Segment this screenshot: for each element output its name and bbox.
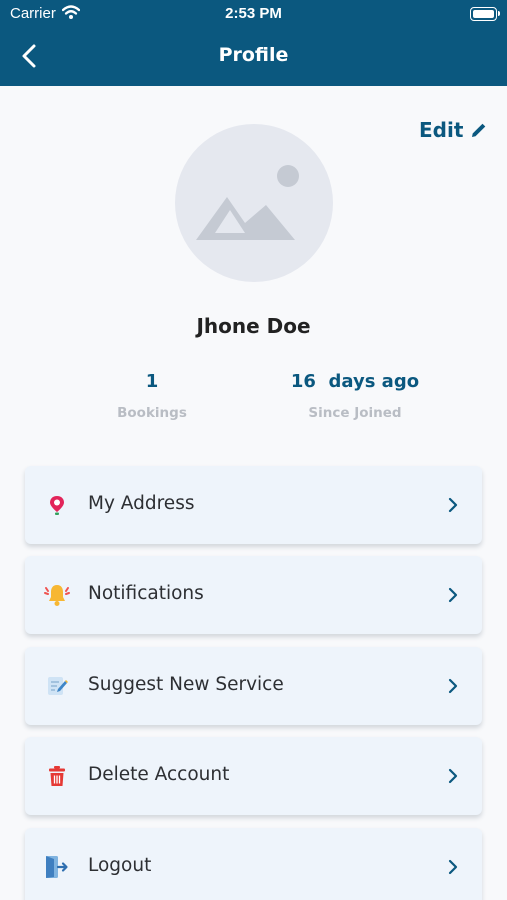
edit-label: Edit xyxy=(419,118,464,142)
chevron-right-icon xyxy=(448,497,458,513)
profile-name: Jhone Doe xyxy=(196,314,311,338)
menu-label-suggest-new-service: Suggest New Service xyxy=(88,674,284,695)
note-edit-icon xyxy=(42,671,72,701)
trash-icon xyxy=(42,761,72,791)
bookings-count: 1 xyxy=(145,371,159,392)
menu-label-delete-account: Delete Account xyxy=(88,764,230,785)
menu-item-suggest-new-service[interactable]: Suggest New Service xyxy=(25,647,482,725)
menu-item-my-address[interactable]: My Address xyxy=(25,466,482,544)
menu-label-notifications: Notifications xyxy=(88,583,204,604)
chevron-right-icon xyxy=(448,587,458,603)
logout-icon xyxy=(42,852,72,882)
map-pin-icon xyxy=(42,490,72,520)
edit-profile-button[interactable]: Edit xyxy=(419,118,488,142)
bell-icon xyxy=(42,580,72,610)
joined-label: Since Joined xyxy=(308,405,402,421)
avatar[interactable] xyxy=(175,124,333,282)
menu-label-my-address: My Address xyxy=(88,493,195,514)
status-bar: Carrier 2:53 PM xyxy=(0,0,507,28)
since-joined-stat: 16 days ago Since Joined xyxy=(255,371,455,421)
menu-item-logout[interactable]: Logout xyxy=(25,828,482,900)
menu-label-logout: Logout xyxy=(88,855,152,876)
bookings-stat: 1 Bookings xyxy=(52,371,252,421)
battery-icon xyxy=(470,7,500,21)
menu-item-notifications[interactable]: Notifications xyxy=(25,556,482,634)
pencil-icon xyxy=(472,123,486,137)
status-time: 2:53 PM xyxy=(225,5,282,22)
image-placeholder-icon xyxy=(196,165,299,240)
page-title: Profile xyxy=(218,44,289,66)
chevron-right-icon xyxy=(448,768,458,784)
chevron-right-icon xyxy=(448,859,458,875)
top-navigation-bar: Carrier 2:53 PM Profile xyxy=(0,0,507,86)
bookings-label: Bookings xyxy=(117,405,187,421)
chevron-right-icon xyxy=(448,678,458,694)
menu-item-delete-account[interactable]: Delete Account xyxy=(25,737,482,815)
joined-value: 16 days ago xyxy=(290,371,420,392)
